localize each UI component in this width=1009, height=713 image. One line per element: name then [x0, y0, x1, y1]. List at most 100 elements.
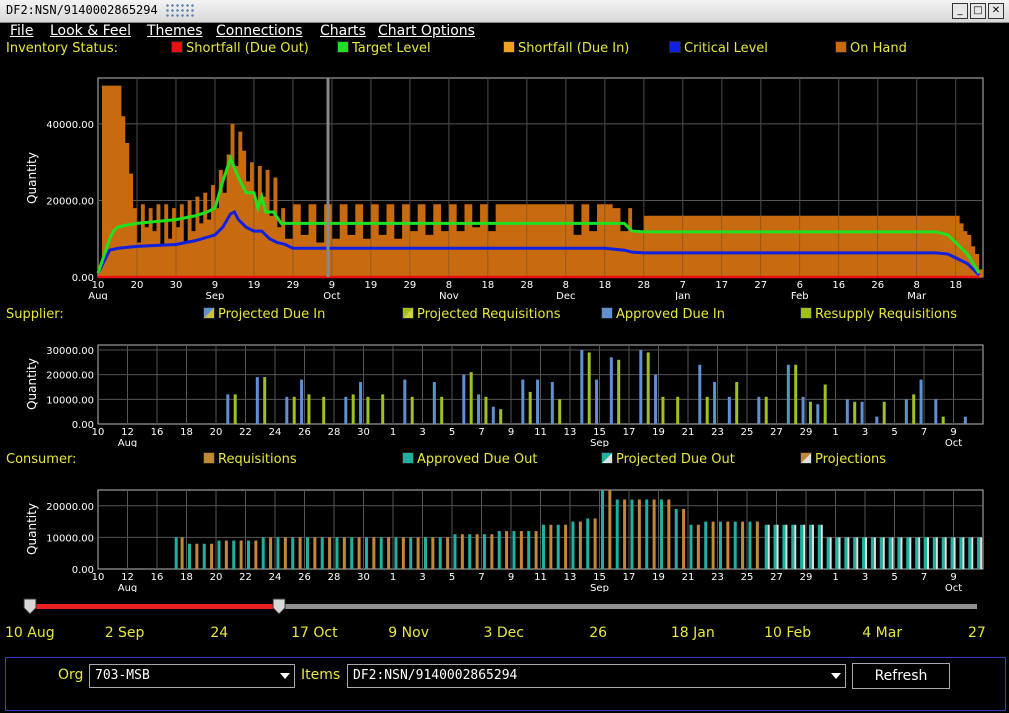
- refresh-button[interactable]: Refresh: [852, 663, 950, 689]
- swatch-icon: [800, 452, 812, 464]
- legend-projected-requisitions[interactable]: Projected Requisitions: [402, 307, 560, 322]
- legend-shortfall-due-out[interactable]: Shortfall (Due Out): [171, 41, 309, 56]
- items-label: Items: [301, 667, 341, 683]
- legend-approved-due-in[interactable]: Approved Due In: [601, 307, 725, 322]
- legend-projected-due-out[interactable]: Projected Due Out: [601, 452, 735, 467]
- bar: [891, 537, 894, 569]
- x-tick-label: 27: [754, 280, 767, 291]
- x-tick-label: 8: [914, 280, 920, 291]
- swatch-icon: [171, 41, 183, 53]
- supplier-chart[interactable]: 0.0010000.0020000.0030000.0010 12Aug16 18 2…: [0, 337, 1009, 447]
- x-tick-label: 3: [862, 572, 868, 583]
- legend-requisitions[interactable]: Requisitions: [203, 452, 297, 467]
- x-month-label: Feb: [791, 291, 809, 300]
- bar: [174, 537, 178, 569]
- bar: [915, 537, 919, 569]
- maximize-button[interactable]: □: [970, 3, 986, 19]
- menu-file[interactable]: File: [10, 23, 33, 39]
- slider-start-handle[interactable]: [23, 598, 37, 615]
- org-select[interactable]: 703-MSB: [89, 664, 295, 688]
- bar: [654, 374, 658, 424]
- x-tick-label: 23: [711, 427, 724, 438]
- legend-on-hand[interactable]: On Hand: [835, 41, 907, 56]
- bar: [808, 524, 812, 569]
- bar: [446, 537, 450, 569]
- x-month-label: Sep: [590, 583, 609, 592]
- bar: [659, 499, 663, 569]
- bar: [888, 537, 892, 569]
- x-tick-label: 20: [131, 280, 144, 291]
- bar: [977, 537, 981, 569]
- bar: [320, 537, 324, 569]
- legend-critical-level[interactable]: Critical Level: [669, 41, 768, 56]
- x-month-label: Oct: [323, 291, 340, 300]
- bar: [409, 537, 413, 569]
- bar: [475, 534, 479, 569]
- x-tick-label: 18: [598, 280, 611, 291]
- items-select[interactable]: DF2:NSN/9140002865294: [347, 664, 846, 688]
- bar: [558, 399, 562, 424]
- x-tick-label: 1: [832, 427, 838, 438]
- bar: [870, 537, 874, 569]
- consumer-chart[interactable]: 0.0010000.0020000.0010 12Aug16 18 20 22 24 26 2…: [0, 482, 1009, 592]
- bar: [285, 396, 289, 424]
- chevron-down-icon: [831, 673, 841, 679]
- bar: [202, 543, 206, 569]
- legend-projections[interactable]: Projections: [800, 452, 886, 467]
- legend-target-level[interactable]: Target Level: [337, 41, 431, 56]
- inventory-chart[interactable]: 0.0020000.0040000.0010Aug20 30 9Sep19 29 9Oc…: [0, 60, 1009, 300]
- swatch-icon: [601, 452, 613, 464]
- minimize-button[interactable]: _: [952, 3, 968, 19]
- bar: [322, 396, 326, 424]
- bar: [919, 379, 923, 424]
- y-tick-label: 10000.00: [46, 395, 94, 406]
- legend-projected-due-in[interactable]: Projected Due In: [203, 307, 325, 322]
- bar: [817, 524, 821, 569]
- bar: [586, 518, 590, 569]
- x-tick-label: 29: [404, 280, 417, 291]
- bar: [944, 537, 947, 569]
- legend-shortfall-due-in[interactable]: Shortfall (Due In): [503, 41, 629, 56]
- bar: [263, 377, 267, 424]
- bar: [696, 524, 700, 569]
- bar: [482, 534, 486, 569]
- consumer-section-label: Consumer:: [6, 452, 77, 467]
- menu-look-and-feel[interactable]: Look & Feel: [50, 23, 131, 39]
- window-title: DF2:NSN/9140002865294: [6, 3, 158, 17]
- x-tick-label: 18: [482, 280, 495, 291]
- bar: [698, 364, 702, 424]
- legend-resupply-requisitions[interactable]: Resupply Requisitions: [800, 307, 957, 322]
- bar: [431, 537, 435, 569]
- menu-charts[interactable]: Charts: [320, 23, 366, 39]
- slider-tick-label: 3 Dec: [483, 625, 524, 641]
- x-tick-label: 22: [239, 427, 252, 438]
- x-tick-label: 9: [212, 280, 218, 291]
- bar: [527, 531, 531, 569]
- bar: [379, 537, 383, 569]
- bar: [906, 537, 910, 569]
- x-month-label: Oct: [945, 583, 962, 592]
- bar: [423, 537, 427, 569]
- menu-themes[interactable]: Themes: [147, 23, 203, 39]
- bar: [711, 521, 715, 569]
- close-button[interactable]: ✕: [988, 3, 1004, 19]
- bar: [410, 396, 414, 424]
- legend-approved-due-out[interactable]: Approved Due Out: [402, 452, 537, 467]
- menu-chart-options[interactable]: Chart Options: [378, 23, 475, 39]
- bar: [953, 537, 956, 569]
- bar: [195, 543, 199, 569]
- x-tick-label: 5: [891, 572, 897, 583]
- x-month-label: Aug: [88, 291, 108, 300]
- bar: [845, 399, 849, 424]
- bar: [328, 537, 332, 569]
- menu-connections[interactable]: Connections: [216, 23, 303, 39]
- bar: [904, 399, 908, 424]
- bar: [838, 537, 841, 569]
- bar: [595, 379, 599, 424]
- x-tick-label: 11: [534, 572, 547, 583]
- time-range-slider[interactable]: [0, 596, 1009, 618]
- x-month-label: Aug: [118, 438, 138, 447]
- bar: [342, 537, 346, 569]
- slider-end-handle[interactable]: [272, 598, 286, 615]
- inventory-section-label: Inventory Status:: [6, 41, 119, 56]
